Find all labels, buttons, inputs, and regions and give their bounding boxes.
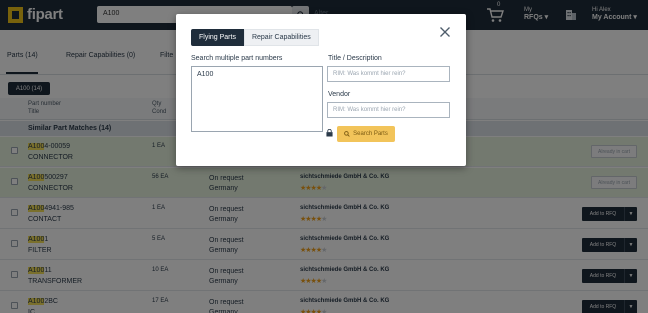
lock-icon xyxy=(326,129,333,137)
modal-tabs: Flying Parts Repair Capabilities xyxy=(191,29,319,46)
title-description-label: Title / Description xyxy=(328,55,382,62)
search-parts-label: Search Parts xyxy=(353,131,388,137)
modal-tab-flying-parts[interactable]: Flying Parts xyxy=(191,29,244,46)
modal-tab-repair-capabilities[interactable]: Repair Capabilities xyxy=(243,29,319,46)
search-modal: Flying Parts Repair Capabilities Search … xyxy=(176,14,466,166)
vendor-input[interactable]: RIM: Was kommt hier rein? xyxy=(327,102,450,118)
multi-part-textarea[interactable]: A100 xyxy=(191,66,323,132)
close-icon[interactable] xyxy=(439,26,451,38)
search-parts-button[interactable]: Search Parts xyxy=(337,126,395,142)
title-description-input[interactable]: RIM: Was kommt hier rein? xyxy=(327,66,450,82)
search-icon xyxy=(344,131,350,137)
vendor-label: Vendor xyxy=(328,91,351,98)
multi-part-label: Search multiple part numbers xyxy=(191,55,283,62)
